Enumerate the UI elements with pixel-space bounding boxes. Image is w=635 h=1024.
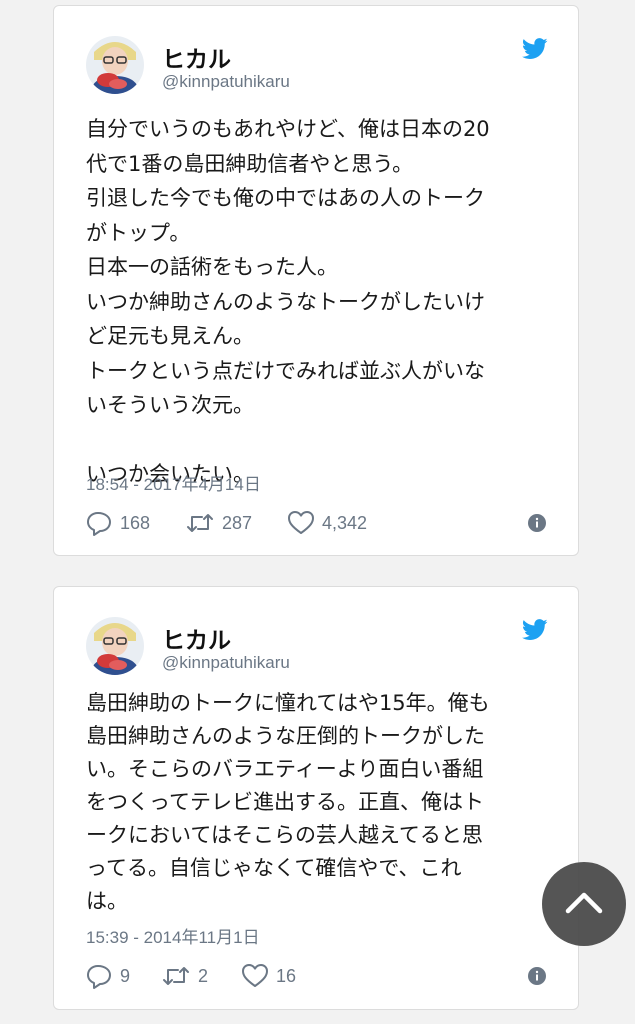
heart-icon <box>288 511 314 535</box>
tweet-text: 島田紳助のトークに憧れてはや15年。俺も 島田紳助さんのような圧倒的トークがした… <box>86 691 490 913</box>
tweet-text: 自分でいうのもあれやけど、俺は日本の20 代で1番の島田紳助信者やと思う。 引退… <box>86 117 490 486</box>
like-count: 16 <box>276 965 297 986</box>
avatar[interactable] <box>86 617 144 675</box>
display-name[interactable]: ヒカル <box>162 621 231 655</box>
reply-count: 168 <box>120 512 151 533</box>
tweet-actions: 168 287 4,342 <box>86 508 546 538</box>
retweet-icon <box>186 511 214 535</box>
info-icon[interactable] <box>528 514 546 532</box>
twitter-bird-icon[interactable] <box>521 38 548 60</box>
like-button[interactable]: 16 <box>242 961 296 991</box>
retweet-button[interactable]: 2 <box>162 961 208 991</box>
reply-icon <box>86 963 112 989</box>
timestamp[interactable]: 18:54 - 2017年4月14日 <box>86 470 261 495</box>
like-button[interactable]: 4,342 <box>288 508 367 538</box>
reply-icon <box>86 510 112 536</box>
retweet-button[interactable]: 287 <box>186 508 252 538</box>
retweet-icon <box>162 964 190 988</box>
tweet-card[interactable]: ヒカル @kinnpatuhikaru 自分でいうのもあれやけど、俺は日本の20… <box>53 5 579 556</box>
retweet-count: 2 <box>198 965 209 986</box>
reply-button[interactable]: 9 <box>86 961 130 991</box>
user-handle[interactable]: @kinnpatuhikaru <box>162 653 290 673</box>
reply-button[interactable]: 168 <box>86 508 150 538</box>
tweet-card[interactable]: ヒカル @kinnpatuhikaru 島田紳助のトークに憧れてはや15年。俺も… <box>53 586 579 1010</box>
info-icon[interactable] <box>528 967 546 985</box>
reply-count: 9 <box>120 965 131 986</box>
heart-icon <box>242 964 268 988</box>
user-handle[interactable]: @kinnpatuhikaru <box>162 72 290 92</box>
scroll-to-top-button[interactable] <box>542 862 626 946</box>
twitter-bird-icon[interactable] <box>521 619 548 641</box>
tweet-actions: 9 2 16 <box>86 961 546 991</box>
display-name[interactable]: ヒカル <box>162 40 231 74</box>
retweet-count: 287 <box>222 512 253 533</box>
timestamp[interactable]: 15:39 - 2014年11月1日 <box>86 923 260 948</box>
chevron-up-icon <box>564 889 604 919</box>
like-count: 4,342 <box>322 512 368 533</box>
avatar[interactable] <box>86 36 144 94</box>
